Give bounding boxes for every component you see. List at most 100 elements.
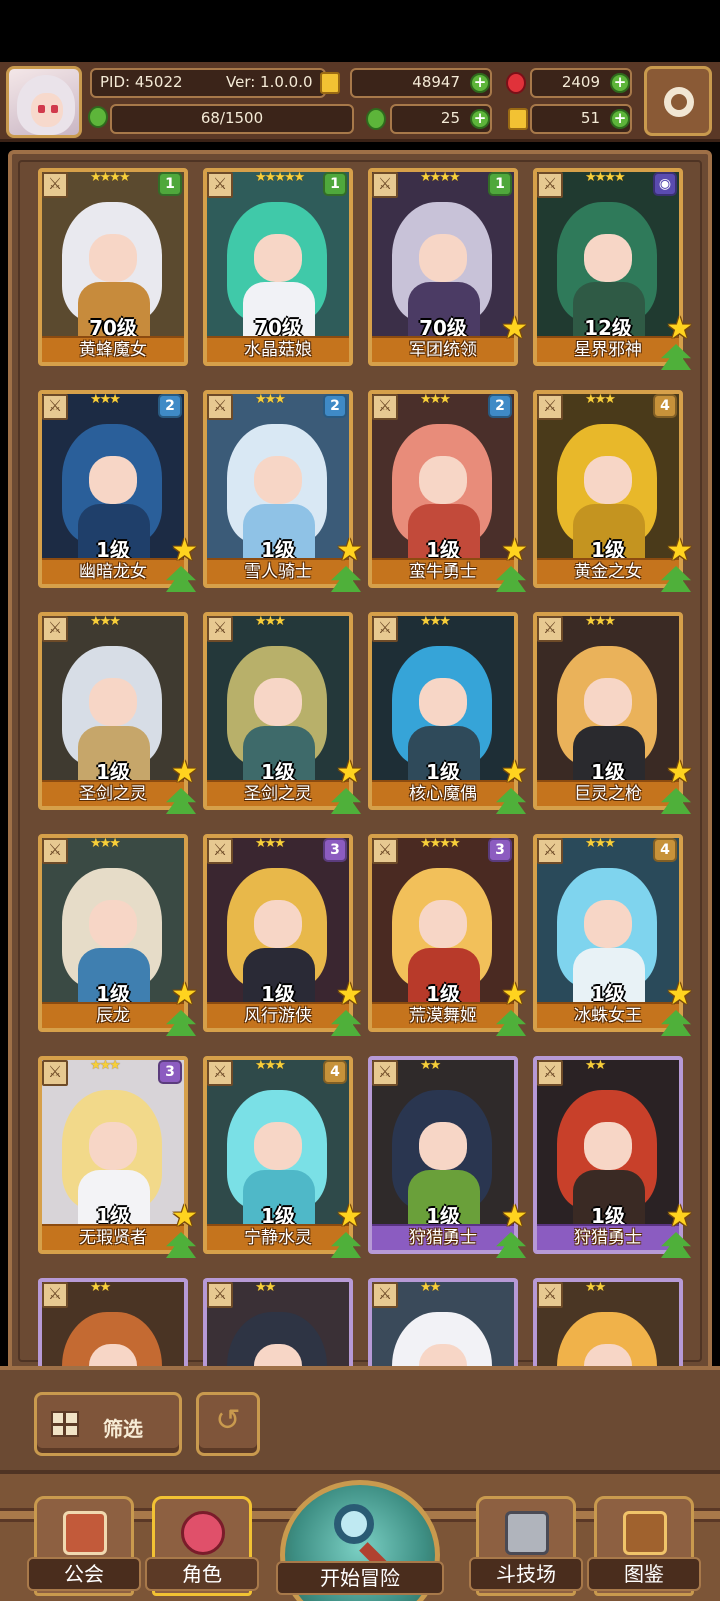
clover-icon — [366, 108, 386, 130]
tier-badge: 4 — [653, 394, 677, 418]
add-key-button[interactable]: + — [610, 109, 630, 129]
character-card[interactable]: ⚔ ★★★ 2 1级 雪人骑士 ★ — [203, 390, 363, 592]
rarity-stars: ★★ — [585, 1280, 606, 1295]
tier-badge: 1 — [158, 172, 182, 196]
character-card[interactable]: ⚔ ★★★ 1级 核心魔偶 ★ — [368, 612, 528, 814]
tier-badge: 2 — [323, 394, 347, 418]
gold-coin-icon — [320, 72, 340, 94]
character-card[interactable]: ⚔ ★★★ 4 1级 冰蛛女王 ★ — [533, 834, 693, 1036]
rarity-stars: ★★★ — [420, 392, 451, 407]
character-card[interactable]: ⚔ ★★ 1级 狩猎勇士 ★ — [533, 1056, 693, 1258]
star-upgrade-icon: ★ — [171, 533, 198, 568]
version-label: Ver: 1.0.0.0 — [226, 73, 313, 91]
character-card[interactable]: ⚔ ★★★ 1级 辰龙 ★ — [38, 834, 198, 1036]
character-card-partial[interactable]: ⚔ ★★ — [38, 1278, 188, 1368]
star-upgrade-icon: ★ — [501, 311, 528, 346]
star-upgrade-icon: ★ — [666, 311, 693, 346]
sword-icon: ⚔ — [42, 1060, 68, 1086]
settings-button[interactable] — [644, 66, 712, 136]
character-card[interactable]: ⚔ ★★★ 4 1级 黄金之女 ★ — [533, 390, 693, 592]
sword-icon: ⚔ — [537, 1282, 563, 1308]
sword-icon: ⚔ — [537, 1060, 563, 1086]
star-upgrade-icon: ★ — [171, 1199, 198, 1234]
filter-button[interactable]: 筛选 — [34, 1392, 182, 1456]
tier-badge: 4 — [323, 1060, 347, 1084]
character-name: 冰蛛女王 — [537, 1002, 679, 1028]
add-clover-button[interactable]: + — [470, 109, 490, 129]
star-upgrade-icon: ★ — [336, 533, 363, 568]
character-name: 军团统领 — [372, 336, 514, 362]
character-card-partial[interactable]: ⚔ ★★ — [203, 1278, 353, 1368]
tab-codex-label: 图鉴 — [587, 1557, 701, 1591]
sword-icon: ⚔ — [372, 172, 398, 198]
clover-amount: 25 — [440, 109, 460, 127]
character-card[interactable]: ⚔ ★★★ 3 1级 无瑕贤者 ★ — [38, 1056, 198, 1258]
character-card[interactable]: ⚔ ★★★ 3 1级 风行游侠 ★ — [203, 834, 363, 1036]
sword-icon: ⚔ — [537, 172, 563, 198]
tier-badge: 1 — [488, 172, 512, 196]
sword-icon: ⚔ — [207, 838, 233, 864]
rarity-stars: ★★★★ — [420, 170, 461, 185]
tab-codex[interactable]: 图鉴 — [587, 1496, 701, 1596]
tab-roles-label: 角色 — [145, 1557, 259, 1591]
tab-roles[interactable]: 角色 — [145, 1496, 259, 1596]
character-card[interactable]: ⚔ ★★★★ ◉ 12级 星界邪神 ★ — [533, 168, 693, 370]
character-name: 圣剑之灵 — [207, 780, 349, 806]
star-upgrade-icon: ★ — [666, 755, 693, 790]
tier-badge: ◉ — [653, 172, 677, 196]
star-upgrade-icon: ★ — [171, 977, 198, 1012]
refresh-icon: ↺ — [215, 1403, 241, 1438]
reset-button[interactable]: ↺ — [196, 1392, 260, 1456]
star-upgrade-icon: ★ — [501, 755, 528, 790]
grid-icon — [51, 1411, 79, 1437]
sword-icon: ⚔ — [207, 172, 233, 198]
star-upgrade-icon: ★ — [666, 533, 693, 568]
add-gem-button[interactable]: + — [610, 73, 630, 93]
character-card-partial[interactable]: ⚔ ★★ — [533, 1278, 683, 1368]
add-gold-button[interactable]: + — [470, 73, 490, 93]
resource-bar: PID: 45022 Ver: 1.0.0.0 48947 + 2409 + 6… — [0, 62, 720, 142]
character-card[interactable]: ⚔ ★★★ 2 1级 幽暗龙女 ★ — [38, 390, 198, 592]
character-name: 狩猎勇士 — [372, 1224, 514, 1250]
filter-label: 筛选 — [103, 1417, 143, 1441]
sword-icon: ⚔ — [42, 616, 68, 642]
character-name: 雪人骑士 — [207, 558, 349, 584]
sword-icon: ⚔ — [372, 838, 398, 864]
tier-badge: 2 — [488, 394, 512, 418]
tab-guild[interactable]: 公会 — [27, 1496, 141, 1596]
sword-icon: ⚔ — [537, 838, 563, 864]
tab-arena[interactable]: 斗技场 — [469, 1496, 583, 1596]
star-upgrade-icon: ★ — [336, 977, 363, 1012]
character-card[interactable]: ⚔ ★★★★ 3 1级 荒漠舞姬 ★ — [368, 834, 528, 1036]
rarity-stars: ★★ — [420, 1280, 441, 1295]
character-card[interactable]: ⚔ ★★★ 1级 圣剑之灵 ★ — [203, 612, 363, 814]
star-upgrade-icon: ★ — [171, 755, 198, 790]
rarity-stars: ★★★★ — [90, 170, 131, 185]
player-avatar[interactable] — [6, 66, 82, 138]
character-card[interactable]: ⚔ ★★★★★ 1 70级 水晶菇娘 — [203, 168, 353, 366]
character-name: 幽暗龙女 — [42, 558, 184, 584]
character-card[interactable]: ⚔ ★★★ 4 1级 宁静水灵 ★ — [203, 1056, 363, 1258]
tab-arena-label: 斗技场 — [469, 1557, 583, 1591]
filter-strip: 筛选 ↺ — [0, 1366, 720, 1474]
rarity-stars: ★★ — [255, 1280, 276, 1295]
character-card-partial[interactable]: ⚔ ★★ — [368, 1278, 518, 1368]
book-icon — [623, 1511, 667, 1555]
character-card[interactable]: ⚔ ★★★★ 1 70级 黄蜂魔女 — [38, 168, 188, 366]
rarity-stars: ★★★ — [585, 614, 616, 629]
rarity-stars: ★★★ — [255, 614, 286, 629]
star-upgrade-icon: ★ — [501, 1199, 528, 1234]
character-name: 星界邪神 — [537, 336, 679, 362]
gold-amount: 48947 — [412, 73, 460, 91]
character-card[interactable]: ⚔ ★★★ 2 1级 蛮牛勇士 ★ — [368, 390, 528, 592]
character-card[interactable]: ⚔ ★★★ 1级 巨灵之枪 ★ — [533, 612, 693, 814]
tier-badge: 3 — [158, 1060, 182, 1084]
start-adventure-button[interactable]: 开始冒险 — [276, 1476, 444, 1601]
character-card[interactable]: ⚔ ★★★★ 1 70级 军团统领 ★ — [368, 168, 528, 366]
roster-panel: ⚔ ★★★★ 1 70级 黄蜂魔女 ⚔ ★★★★★ 1 70级 水晶菇娘 ⚔ ★★★★ 1 70级 军团统领… — [8, 150, 712, 1372]
rarity-stars: ★★★ — [90, 836, 121, 851]
tab-guild-label: 公会 — [27, 1557, 141, 1591]
character-card[interactable]: ⚔ ★★ 1级 狩猎勇士 ★ — [368, 1056, 528, 1258]
sword-icon: ⚔ — [372, 616, 398, 642]
character-card[interactable]: ⚔ ★★★ 1级 圣剑之灵 ★ — [38, 612, 198, 814]
